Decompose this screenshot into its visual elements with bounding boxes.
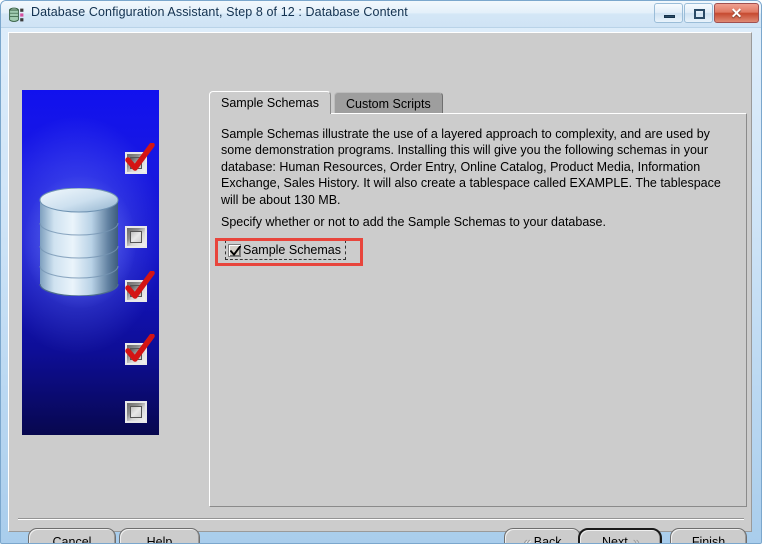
red-check-icon bbox=[123, 143, 155, 173]
next-button[interactable]: Next » bbox=[578, 528, 662, 544]
sample-schemas-checkbox-row[interactable]: Sample Schemas bbox=[225, 240, 346, 260]
sample-schemas-checkbox[interactable] bbox=[228, 244, 241, 257]
step-marker-5 bbox=[125, 401, 147, 423]
next-rest: ext bbox=[611, 535, 628, 544]
step-marker-3 bbox=[125, 280, 147, 302]
finish-button[interactable]: Finish bbox=[670, 528, 747, 544]
checkmark-icon bbox=[230, 246, 241, 257]
next-button-label: Next bbox=[602, 535, 628, 544]
back-rest: ack bbox=[542, 535, 561, 544]
minimize-button[interactable] bbox=[654, 3, 683, 23]
step-marker-4 bbox=[125, 343, 147, 365]
maximize-button[interactable] bbox=[684, 3, 713, 23]
finish-button-label: Finish bbox=[692, 535, 725, 544]
step-marker-1 bbox=[125, 152, 147, 174]
help-button[interactable]: Help bbox=[119, 528, 200, 544]
back-button[interactable]: « Back bbox=[504, 528, 581, 544]
tab-label: Sample Schemas bbox=[221, 96, 319, 110]
footer-divider bbox=[18, 518, 744, 520]
database-cylinder-graphic bbox=[38, 188, 120, 296]
database-icon bbox=[8, 6, 26, 24]
finish-rest: inish bbox=[699, 535, 725, 544]
tab-custom-scripts[interactable]: Custom Scripts bbox=[334, 92, 443, 114]
tab-panel-sample-schemas: Sample Schemas illustrate the use of a l… bbox=[209, 113, 747, 507]
cancel-button[interactable]: Cancel bbox=[28, 528, 116, 544]
description-paragraph: Sample Schemas illustrate the use of a l… bbox=[221, 126, 733, 208]
help-button-label: Help bbox=[147, 535, 173, 544]
wizard-banner bbox=[22, 90, 159, 435]
application-window: Database Configuration Assistant, Step 8… bbox=[0, 0, 762, 544]
tab-label: Custom Scripts bbox=[346, 97, 431, 111]
close-button[interactable]: ✕ bbox=[714, 3, 759, 23]
red-check-icon bbox=[123, 271, 155, 301]
title-bar[interactable]: Database Configuration Assistant, Step 8… bbox=[1, 1, 762, 28]
step-marker-2 bbox=[125, 226, 147, 248]
close-icon: ✕ bbox=[715, 4, 758, 22]
back-button-label: Back bbox=[534, 535, 562, 544]
minimize-icon bbox=[664, 15, 675, 18]
instruction-paragraph: Specify whether or not to add the Sample… bbox=[221, 214, 733, 230]
red-check-icon bbox=[123, 334, 155, 364]
tab-sample-schemas[interactable]: Sample Schemas bbox=[209, 91, 331, 114]
cancel-button-label: Cancel bbox=[53, 535, 92, 544]
client-area: Sample Schemas Custom Scripts Sample Sch… bbox=[8, 32, 752, 532]
chevron-left-icon: « bbox=[523, 535, 528, 544]
chevron-right-icon: » bbox=[633, 535, 638, 544]
next-mnemonic: N bbox=[602, 535, 611, 544]
back-mnemonic: B bbox=[534, 535, 542, 544]
sample-schemas-checkbox-label: Sample Schemas bbox=[243, 243, 341, 257]
checkbox-glyph bbox=[125, 401, 147, 423]
window-controls: ✕ bbox=[654, 3, 759, 23]
maximize-icon bbox=[694, 9, 705, 19]
checkbox-glyph bbox=[125, 226, 147, 248]
window-title: Database Configuration Assistant, Step 8… bbox=[31, 5, 408, 19]
tab-strip: Sample Schemas Custom Scripts bbox=[209, 91, 443, 114]
